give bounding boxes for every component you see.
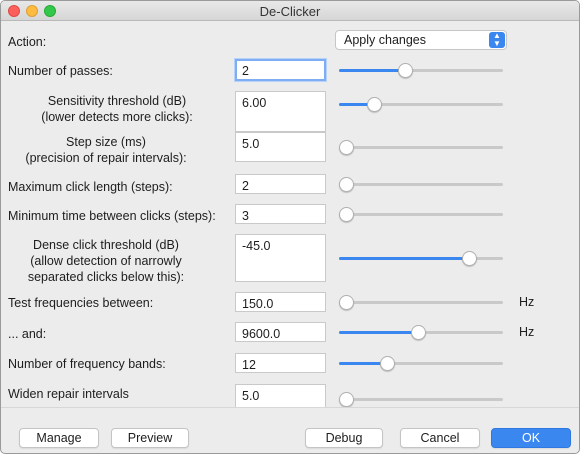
de-clicker-window: De-Clicker Action: Apply changes ▲ ▼ Numb…	[0, 0, 580, 454]
param-slider[interactable]	[339, 206, 503, 222]
chevron-updown-icon: ▲ ▼	[489, 32, 505, 48]
param-value-field[interactable]: 150.0	[235, 292, 326, 312]
param-label: Widen repair intervals	[8, 386, 129, 402]
param-slider[interactable]	[339, 176, 503, 192]
action-select-value: Apply changes	[344, 33, 427, 47]
param-label-line: (precision of repair intervals):	[25, 151, 187, 165]
param-label: Number of frequency bands:	[8, 356, 166, 372]
slider-thumb[interactable]	[380, 356, 395, 371]
param-label: Step size (ms) (precision of repair inter…	[8, 134, 204, 166]
slider-thumb[interactable]	[339, 295, 354, 310]
param-label-line: Step size (ms)	[66, 135, 146, 149]
param-label-line: Minimum time between clicks (steps):	[8, 209, 216, 223]
action-label: Action:	[8, 35, 47, 49]
param-label: Minimum time between clicks (steps):	[8, 208, 216, 224]
unit-label: Hz	[519, 325, 535, 339]
slider-thumb[interactable]	[462, 251, 477, 266]
param-slider[interactable]	[339, 139, 503, 155]
slider-thumb[interactable]	[339, 392, 354, 407]
param-value-field[interactable]: 2	[234, 58, 327, 82]
param-value-field[interactable]: 5.0	[235, 384, 326, 407]
param-label: Dense click threshold (dB) (allow detecti…	[8, 237, 204, 285]
slider-thumb[interactable]	[398, 63, 413, 78]
debug-button[interactable]: Debug	[305, 428, 383, 448]
param-value-field[interactable]: 2	[235, 174, 326, 194]
param-label-line: Widen repair intervals	[8, 387, 129, 401]
cancel-button[interactable]: Cancel	[400, 428, 480, 448]
param-value-field[interactable]: 6.00	[235, 91, 326, 132]
slider-track	[339, 213, 503, 216]
param-value-field[interactable]: 12	[235, 353, 326, 373]
slider-track	[339, 183, 503, 186]
param-label-line: (lower detects more clicks):	[41, 110, 193, 124]
slider-track	[339, 301, 503, 304]
param-label-line: separated clicks below this):	[27, 270, 185, 284]
param-slider[interactable]	[339, 355, 503, 371]
slider-fill	[339, 69, 405, 72]
action-select[interactable]: Apply changes ▲ ▼	[335, 30, 507, 50]
slider-track	[339, 398, 503, 401]
param-label-line: Number of frequency bands:	[8, 357, 166, 371]
param-label-line: Dense click threshold (dB)	[33, 238, 179, 252]
param-label-line: Maximum click length (steps):	[8, 180, 173, 194]
param-label-line: ... and:	[8, 327, 47, 341]
slider-thumb[interactable]	[339, 140, 354, 155]
param-slider[interactable]	[339, 62, 503, 78]
param-slider[interactable]	[339, 391, 503, 407]
param-label-line: Number of passes:	[8, 64, 113, 78]
slider-thumb[interactable]	[339, 177, 354, 192]
slider-fill	[339, 257, 469, 260]
param-label: ... and:	[8, 326, 46, 342]
preview-button[interactable]: Preview	[111, 428, 189, 448]
unit-label: Hz	[519, 295, 535, 309]
window-title: De-Clicker	[259, 4, 321, 19]
slider-thumb[interactable]	[411, 325, 426, 340]
param-value-field[interactable]: -45.0	[235, 234, 326, 282]
title-bar: De-Clicker	[1, 1, 579, 21]
param-value-field[interactable]: 5.0	[235, 132, 326, 162]
param-label: Number of passes:	[8, 63, 113, 79]
param-label-line: Sensitivity threshold (dB)	[47, 94, 187, 108]
param-label: Maximum click length (steps):	[8, 179, 173, 195]
slider-thumb[interactable]	[367, 97, 382, 112]
slider-fill	[339, 331, 418, 334]
param-label: Test frequencies between:	[8, 295, 153, 311]
param-value-field[interactable]: 9600.0	[235, 322, 326, 342]
footer-divider	[1, 407, 579, 408]
slider-track	[339, 146, 503, 149]
param-label: Sensitivity threshold (dB) (lower detects…	[8, 93, 226, 125]
manage-button[interactable]: Manage	[19, 428, 99, 448]
param-label-line: (allow detection of narrowly	[30, 254, 182, 268]
param-slider[interactable]	[339, 250, 503, 266]
param-value-field[interactable]: 3	[235, 204, 326, 224]
ok-button[interactable]: OK	[491, 428, 571, 448]
param-slider[interactable]	[339, 294, 503, 310]
param-slider[interactable]	[339, 96, 503, 112]
settings-form: Action: Apply changes ▲ ▼ Number of passe…	[1, 22, 579, 407]
param-slider[interactable]	[339, 324, 503, 340]
slider-thumb[interactable]	[339, 207, 354, 222]
param-label-line: Test frequencies between:	[8, 296, 154, 310]
